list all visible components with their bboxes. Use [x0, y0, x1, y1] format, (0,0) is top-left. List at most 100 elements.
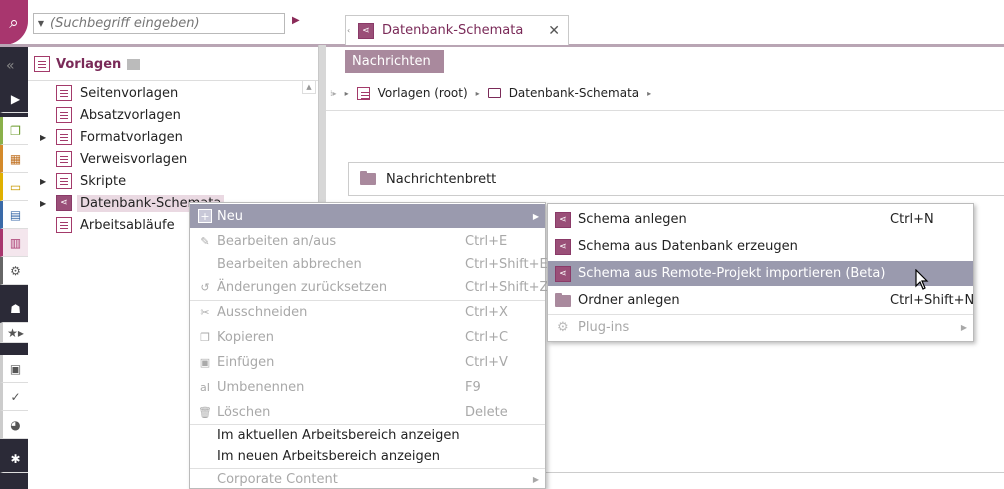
expand-icon[interactable]: ▶	[40, 199, 53, 208]
collapse-panel-icon[interactable]: «	[6, 58, 15, 74]
clipboard-icon[interactable]: ▣	[0, 355, 28, 383]
tab-scroll-left-icon: ‹	[347, 26, 351, 35]
templates-icon[interactable]: ▥	[0, 229, 28, 257]
menu-item-shortcut: Delete	[465, 404, 508, 420]
search-input[interactable]	[48, 14, 284, 33]
folder-label: Nachrichtenbrett	[386, 171, 497, 187]
close-icon[interactable]: ✕	[548, 23, 560, 39]
menu-item-plug-ins[interactable]: ⚙ Plug-ins ▶	[548, 315, 973, 340]
script-icon	[56, 173, 72, 189]
users-icon[interactable]: ☗	[0, 295, 28, 323]
play-icon[interactable]: ▶	[0, 85, 28, 113]
lock-icon	[127, 58, 141, 70]
tree-item-label: Absatzvorlagen	[80, 107, 181, 123]
pages-icon[interactable]: ❐	[0, 117, 28, 145]
workflow-icon	[56, 217, 72, 233]
breadcrumb-divider	[326, 110, 1004, 111]
menu-item-schema-remote-import[interactable]: ⋖ Schema aus Remote-Projekt importieren …	[548, 261, 973, 286]
schema-icon: ⋖	[555, 265, 571, 282]
menu-item-kopieren[interactable]: ❐ Kopieren Ctrl+C	[190, 326, 545, 348]
tree-item-label: Formatvorlagen	[80, 129, 183, 145]
search-button[interactable]: ⌕	[0, 0, 28, 45]
breadcrumb: ⁞▸ ▸ Vorlagen (root) ▸ Datenbank-Schemat…	[330, 86, 651, 100]
breadcrumb-current[interactable]: Datenbank-Schemata	[509, 86, 639, 100]
search-box[interactable]: ▼	[33, 13, 285, 34]
tree-item-formatvorlagen[interactable]: ▶ Formatvorlagen	[40, 126, 183, 148]
data-sources-icon[interactable]: ▤	[0, 201, 28, 229]
folder-icon	[360, 171, 376, 185]
menu-item-label: Kopieren	[217, 329, 274, 345]
menu-item-corporate-content[interactable]: Corporate Content ▶	[190, 469, 545, 489]
tab-datenbank-schemata[interactable]: ‹ ⋖ Datenbank-Schemata ✕	[345, 15, 569, 45]
search-dropdown-icon[interactable]: ▼	[34, 14, 48, 33]
structure-icon[interactable]: ▦	[0, 145, 28, 173]
chevron-right-icon: ▸	[475, 88, 480, 98]
menu-item-einfuegen[interactable]: ▣ Einfügen Ctrl+V	[190, 351, 545, 373]
templates-icon	[356, 86, 370, 100]
search-go-icon[interactable]: ▶	[292, 15, 300, 26]
menu-item-umbenennen[interactable]: aI Umbenennen F9	[190, 376, 545, 398]
menu-item-label: Neu	[217, 208, 243, 224]
menu-item-label: Bearbeiten abbrechen	[217, 256, 362, 272]
menu-item-label: Plug-ins	[578, 320, 630, 335]
favorites-icon[interactable]: ★▸	[0, 323, 28, 343]
expand-icon[interactable]: ▶	[40, 133, 53, 142]
submenu-arrow-icon: ▶	[532, 211, 539, 221]
menu-item-shortcut: Ctrl+C	[465, 329, 509, 345]
breadcrumb-start-icon: ⁞▸	[330, 88, 337, 98]
tree-item-absatzvorlagen[interactable]: Absatzvorlagen	[40, 104, 181, 126]
menu-item-shortcut: Ctrl+Shift+E	[465, 256, 548, 272]
menu-item-shortcut: Ctrl+V	[465, 354, 508, 370]
submenu-arrow-icon: ▶	[960, 323, 967, 332]
settings-icon[interactable]: ⚙	[0, 257, 28, 285]
tree-item-arbeitsablaeufe[interactable]: Arbeitsabläufe	[40, 214, 175, 236]
menu-item-schema-aus-datenbank[interactable]: ⋖ Schema aus Datenbank erzeugen	[548, 234, 973, 259]
tree-item-skripte[interactable]: ▶ Skripte	[40, 170, 126, 192]
panel-title-label: Vorlagen	[56, 56, 122, 72]
media-icon[interactable]: ▭	[0, 173, 28, 201]
scroll-up-icon[interactable]: ▲	[302, 80, 316, 94]
schema-icon: ⋖	[358, 22, 374, 39]
clock-icon[interactable]: ◕	[0, 411, 28, 439]
breadcrumb-root[interactable]: Vorlagen (root)	[378, 86, 468, 100]
menu-item-aenderungen-zuruecksetzen[interactable]: ↺ Änderungen zurücksetzen Ctrl+Shift+Z	[190, 276, 548, 298]
menu-item-label: Schema anlegen	[578, 212, 687, 227]
menu-item-label: Änderungen zurücksetzen	[217, 279, 388, 295]
templates-icon	[34, 56, 50, 72]
menu-item-bearbeiten[interactable]: ✎ Bearbeiten an/aus Ctrl+E	[190, 230, 545, 252]
search-icon: ⌕	[9, 12, 19, 33]
tab-nachrichten[interactable]: Nachrichten	[345, 50, 444, 73]
menu-item-ordner-anlegen[interactable]: Ordner anlegen Ctrl+Shift+N	[548, 288, 974, 313]
menu-item-neuer-arbeitsbereich[interactable]: Im neuen Arbeitsbereich anzeigen	[190, 446, 545, 467]
tree-item-label: Arbeitsabläufe	[80, 217, 175, 233]
page-template-icon	[56, 85, 72, 101]
rename-icon: aI	[200, 380, 210, 394]
menu-item-aktueller-arbeitsbereich[interactable]: Im aktuellen Arbeitsbereich anzeigen	[190, 425, 545, 446]
edit-icon: ✎	[200, 234, 210, 248]
panel-title: Vorlagen	[34, 56, 141, 72]
tree-item-verweisvorlagen[interactable]: Verweisvorlagen	[40, 148, 187, 170]
chevron-right-icon: ▸	[647, 88, 652, 98]
menu-item-loeschen[interactable]: 🗑 Löschen Delete	[190, 401, 545, 423]
tree-item-label: Verweisvorlagen	[80, 151, 188, 167]
menu-item-schema-anlegen[interactable]: ⋖ Schema anlegen Ctrl+N	[548, 207, 973, 232]
check-icon[interactable]: ✓	[0, 383, 28, 411]
folder-icon	[555, 293, 571, 307]
folder-entry-nachrichtenbrett[interactable]: Nachrichtenbrett	[348, 162, 1004, 196]
format-template-icon	[56, 129, 72, 145]
expand-icon[interactable]: ▶	[40, 177, 53, 186]
menu-item-bearbeiten-abbrechen[interactable]: Bearbeiten abbrechen Ctrl+Shift+E	[190, 253, 548, 275]
menu-item-ausschneiden[interactable]: ✂ Ausschneiden Ctrl+X	[190, 301, 545, 323]
new-icon: +	[198, 209, 212, 223]
tree-item-seitenvorlagen[interactable]: Seitenvorlagen	[40, 82, 178, 104]
menu-item-label: Löschen	[217, 404, 271, 420]
puzzle-icon[interactable]: ✱	[0, 445, 28, 473]
scissors-icon: ✂	[200, 305, 210, 319]
menu-item-label: Umbenennen	[217, 379, 305, 395]
menu-item-neu[interactable]: + Neu ▶	[190, 204, 545, 228]
section-template-icon	[56, 107, 72, 123]
left-toolbar: ▶ ❐ ▦ ▭ ▤ ▥ ⚙ ☗ ★▸ ▣ ✓ ◕ ✱	[0, 47, 28, 489]
menu-item-label: Im neuen Arbeitsbereich anzeigen	[217, 449, 441, 464]
copy-icon: ❐	[200, 330, 210, 344]
menu-item-label: Schema aus Datenbank erzeugen	[578, 239, 798, 254]
